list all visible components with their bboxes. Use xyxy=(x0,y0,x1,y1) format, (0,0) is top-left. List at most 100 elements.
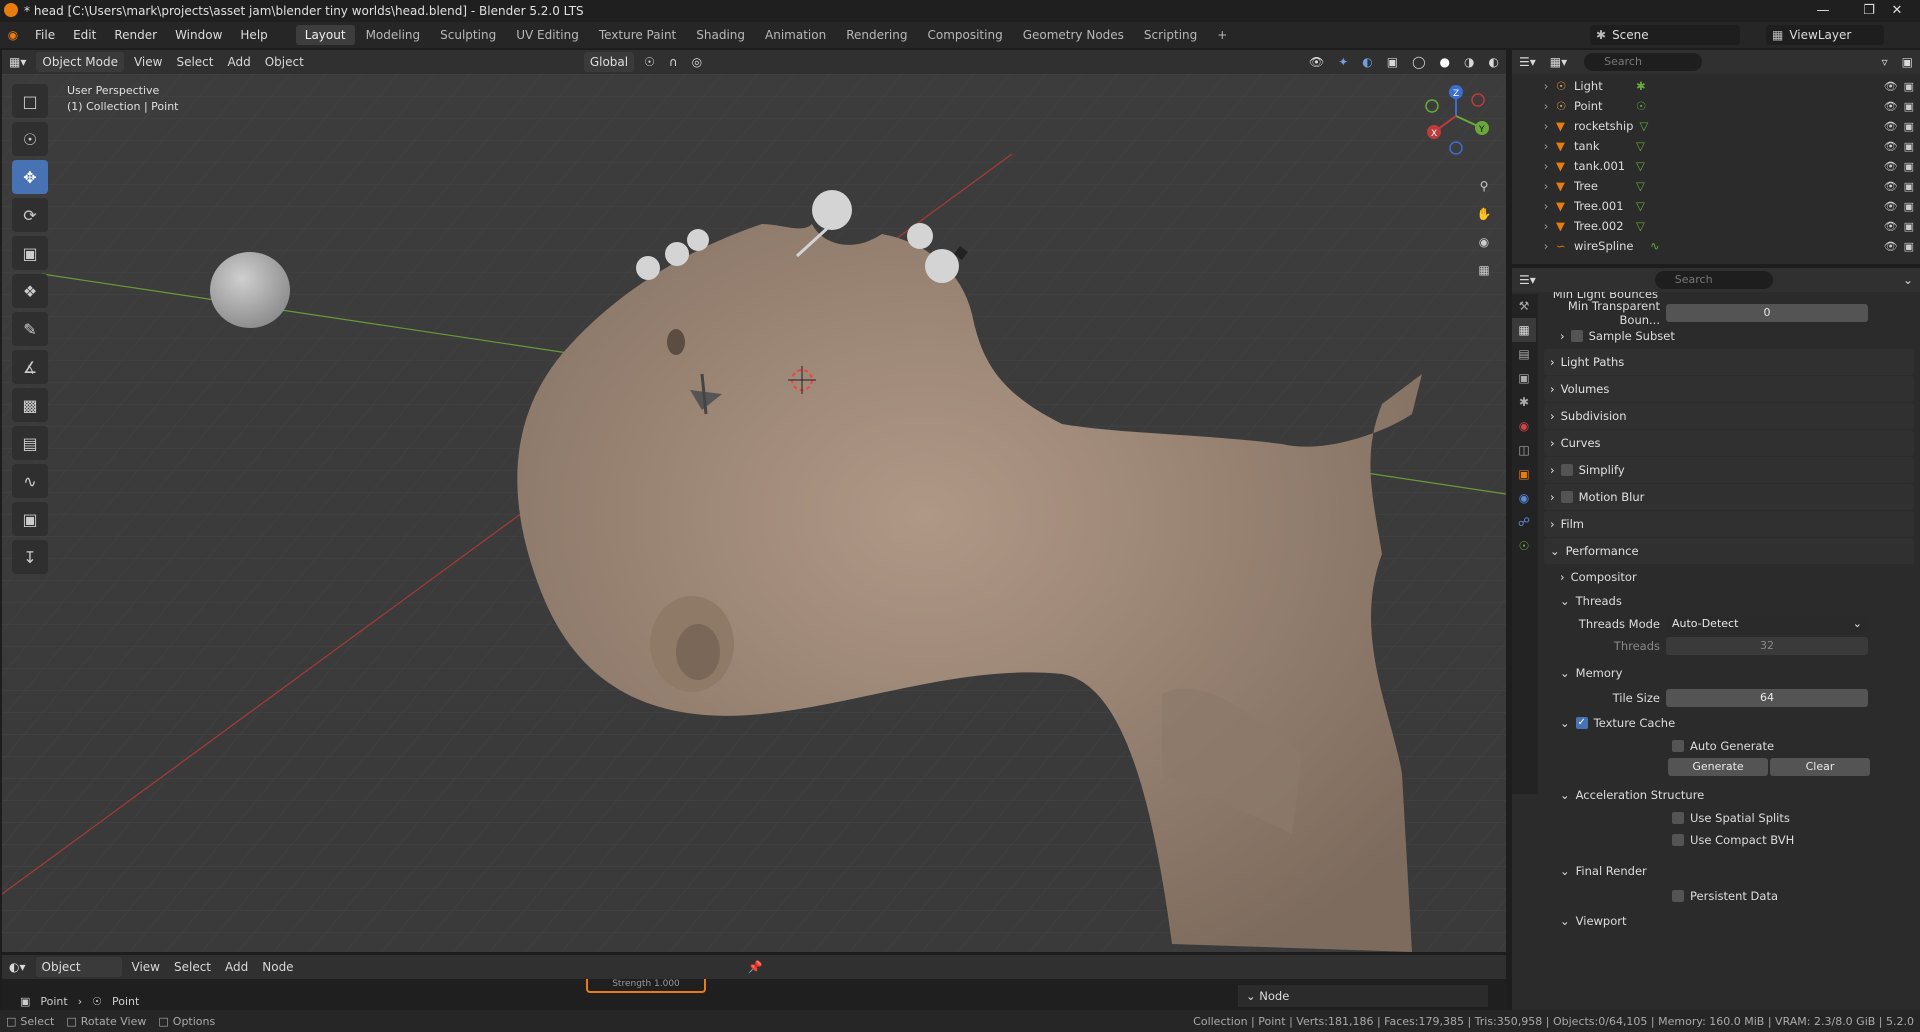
compact-bvh-row[interactable]: Use Compact BVH xyxy=(1544,829,1914,851)
visibility-eye-icon[interactable]: 👁 xyxy=(1884,160,1898,173)
visibility-eye-icon[interactable]: 👁 xyxy=(1884,140,1898,153)
menu-object[interactable]: Object xyxy=(258,52,311,72)
min-transparent-field[interactable]: 0 xyxy=(1666,304,1868,322)
expand-chevron-icon[interactable]: › xyxy=(1536,199,1556,213)
node-sidebar-header[interactable]: ⌄ Node xyxy=(1238,985,1488,1007)
properties-editor-icon[interactable]: ☰▾ xyxy=(1512,270,1543,290)
panel-motion-blur[interactable]: › Motion Blur xyxy=(1544,484,1914,510)
filter-icon[interactable]: ▿ xyxy=(1875,52,1895,72)
visibility-eye-icon[interactable]: 👁 xyxy=(1884,100,1898,113)
panel-film[interactable]: › Film xyxy=(1544,511,1914,537)
navigation-gizmo[interactable]: Z Y X xyxy=(1414,76,1496,158)
data-tab-icon[interactable]: ☉ xyxy=(1512,534,1536,558)
tab-texture-paint[interactable]: Texture Paint xyxy=(590,25,685,45)
menu-file[interactable]: File xyxy=(26,22,64,48)
gizmo-toggle-icon[interactable]: ✦ xyxy=(1331,52,1355,72)
menu-render[interactable]: Render xyxy=(105,22,166,48)
outliner-item[interactable]: › ▼ Tree.002 ▽ 👁 ▣ xyxy=(1512,216,1920,236)
panel-simplify[interactable]: › Simplify xyxy=(1544,457,1914,483)
properties-options-icon[interactable]: ⌄ xyxy=(1896,270,1920,290)
tool-tab-icon[interactable]: ⚒ xyxy=(1512,294,1536,318)
tab-compositing[interactable]: Compositing xyxy=(918,25,1011,45)
shading-solid-icon[interactable]: ● xyxy=(1433,52,1457,72)
memory-subpanel[interactable]: ⌄ Memory xyxy=(1544,661,1914,685)
expand-chevron-icon[interactable]: › xyxy=(1536,179,1556,193)
rotate-tool-icon[interactable]: ⟳ xyxy=(12,198,48,232)
new-collection-icon[interactable]: ▣ xyxy=(1895,52,1920,72)
panel-curves[interactable]: › Curves xyxy=(1544,430,1914,456)
viewport-scene[interactable] xyxy=(2,74,1506,952)
render-camera-icon[interactable]: ▣ xyxy=(1904,180,1914,193)
scene-selector[interactable]: ✱ Scene xyxy=(1590,25,1740,45)
panel-subdivision[interactable]: › Subdivision xyxy=(1544,403,1914,429)
visibility-eye-icon[interactable]: 👁 xyxy=(1884,200,1898,213)
close-icon[interactable]: ✕ xyxy=(1874,0,1920,22)
pan-hand-icon[interactable]: ✋ xyxy=(1472,202,1496,226)
menu-help[interactable]: Help xyxy=(231,22,276,48)
compact-bvh-checkbox[interactable] xyxy=(1672,834,1684,846)
3d-viewport[interactable]: User Perspective (1) Collection | Point … xyxy=(2,74,1506,952)
render-camera-icon[interactable]: ▣ xyxy=(1904,200,1914,213)
camera-view-icon[interactable]: ◉ xyxy=(1472,230,1496,254)
scene-tab-icon[interactable]: ✱ xyxy=(1512,390,1536,414)
tab-layout[interactable]: Layout xyxy=(295,25,355,45)
outliner-item[interactable]: › ▼ Tree.001 ▽ 👁 ▣ xyxy=(1512,196,1920,216)
shading-wireframe-icon[interactable]: ◯ xyxy=(1405,52,1432,72)
clear-button[interactable]: Clear xyxy=(1770,758,1870,776)
panel-volumes[interactable]: › Volumes xyxy=(1544,376,1914,402)
scale-tool-icon[interactable]: ▣ xyxy=(12,236,48,270)
viewlayer-selector[interactable]: ▦ ViewLayer xyxy=(1766,25,1884,45)
render-camera-icon[interactable]: ▣ xyxy=(1904,140,1914,153)
display-mode-icon[interactable]: ▦▾ xyxy=(1543,52,1574,72)
menu-window[interactable]: Window xyxy=(166,22,231,48)
visibility-eye-icon[interactable]: 👁 xyxy=(1884,240,1898,253)
node-menu-select[interactable]: Select xyxy=(167,957,218,977)
transform-orientation-dropdown[interactable]: Global xyxy=(583,52,635,72)
tab-scripting[interactable]: Scripting xyxy=(1135,25,1206,45)
node-canvas[interactable]: ▣ Point › ☉ Point Strength 1.000 ⌄ Node xyxy=(2,979,1506,1010)
xray-icon[interactable]: ▣ xyxy=(1380,52,1405,72)
threads-subpanel[interactable]: ⌄ Threads xyxy=(1544,589,1914,613)
expand-chevron-icon[interactable]: › xyxy=(1536,79,1556,93)
tile-size-field[interactable]: 64 xyxy=(1666,689,1868,707)
transform-tool-icon[interactable]: ❖ xyxy=(12,274,48,308)
render-camera-icon[interactable]: ▣ xyxy=(1904,240,1914,253)
render-camera-icon[interactable]: ▣ xyxy=(1904,80,1914,93)
texture-cache-subpanel[interactable]: ⌄ ✓ Texture Cache xyxy=(1544,711,1914,735)
blender-menu-icon[interactable]: ◉ xyxy=(0,28,26,42)
tab-animation[interactable]: Animation xyxy=(756,25,835,45)
expand-chevron-icon[interactable]: › xyxy=(1536,99,1556,113)
spatial-splits-row[interactable]: Use Spatial Splits xyxy=(1544,807,1914,829)
outliner-item[interactable]: › ▼ tank ▽ 👁 ▣ xyxy=(1512,136,1920,156)
tab-rendering[interactable]: Rendering xyxy=(837,25,916,45)
viewport-subpanel[interactable]: ⌄ Viewport xyxy=(1544,909,1914,933)
tab-sculpting[interactable]: Sculpting xyxy=(431,25,505,45)
panel-light-paths[interactable]: › Light Paths xyxy=(1544,349,1914,375)
node-menu-node[interactable]: Node xyxy=(255,957,300,977)
outliner-item[interactable]: › ☉ Light ✱ 👁 ▣ xyxy=(1512,76,1920,96)
sample-subset-checkbox[interactable] xyxy=(1570,330,1583,342)
annotate-tool-icon[interactable]: ✎ xyxy=(12,312,48,346)
rock-object[interactable] xyxy=(210,252,290,328)
outliner-item[interactable]: › ∽ wireSpline ∿ 👁 ▣ xyxy=(1512,236,1920,256)
expand-chevron-icon[interactable]: › xyxy=(1536,239,1556,253)
motion-blur-checkbox[interactable] xyxy=(1560,491,1573,503)
visibility-icon[interactable]: 👁 xyxy=(1302,52,1331,72)
cursor-tool-icon[interactable]: ☉ xyxy=(12,122,48,156)
proportional-icon[interactable]: ◎ xyxy=(685,52,709,72)
outliner-search-input[interactable]: Search xyxy=(1584,53,1703,71)
world-tab-icon[interactable]: ◉ xyxy=(1512,414,1536,438)
output-tab-icon[interactable]: ▤ xyxy=(1512,342,1536,366)
visibility-eye-icon[interactable]: 👁 xyxy=(1884,80,1898,93)
properties-search-input[interactable]: Search xyxy=(1654,271,1773,289)
persistent-data-checkbox[interactable] xyxy=(1672,890,1684,902)
physics-tab-icon[interactable]: ◉ xyxy=(1512,486,1536,510)
expand-chevron-icon[interactable]: › xyxy=(1536,119,1556,133)
snap-icon[interactable]: ∩ xyxy=(662,52,685,72)
outliner-editor-icon[interactable]: ☰▾ xyxy=(1512,52,1543,72)
shading-material-icon[interactable]: ◑ xyxy=(1457,52,1481,72)
editor-type-icon[interactable]: ▦▾ xyxy=(2,52,33,72)
acceleration-subpanel[interactable]: ⌄ Acceleration Structure xyxy=(1544,783,1914,807)
sample-subset-row[interactable]: › Sample Subset xyxy=(1544,324,1914,348)
shading-rendered-icon[interactable]: ◐ xyxy=(1482,52,1506,72)
